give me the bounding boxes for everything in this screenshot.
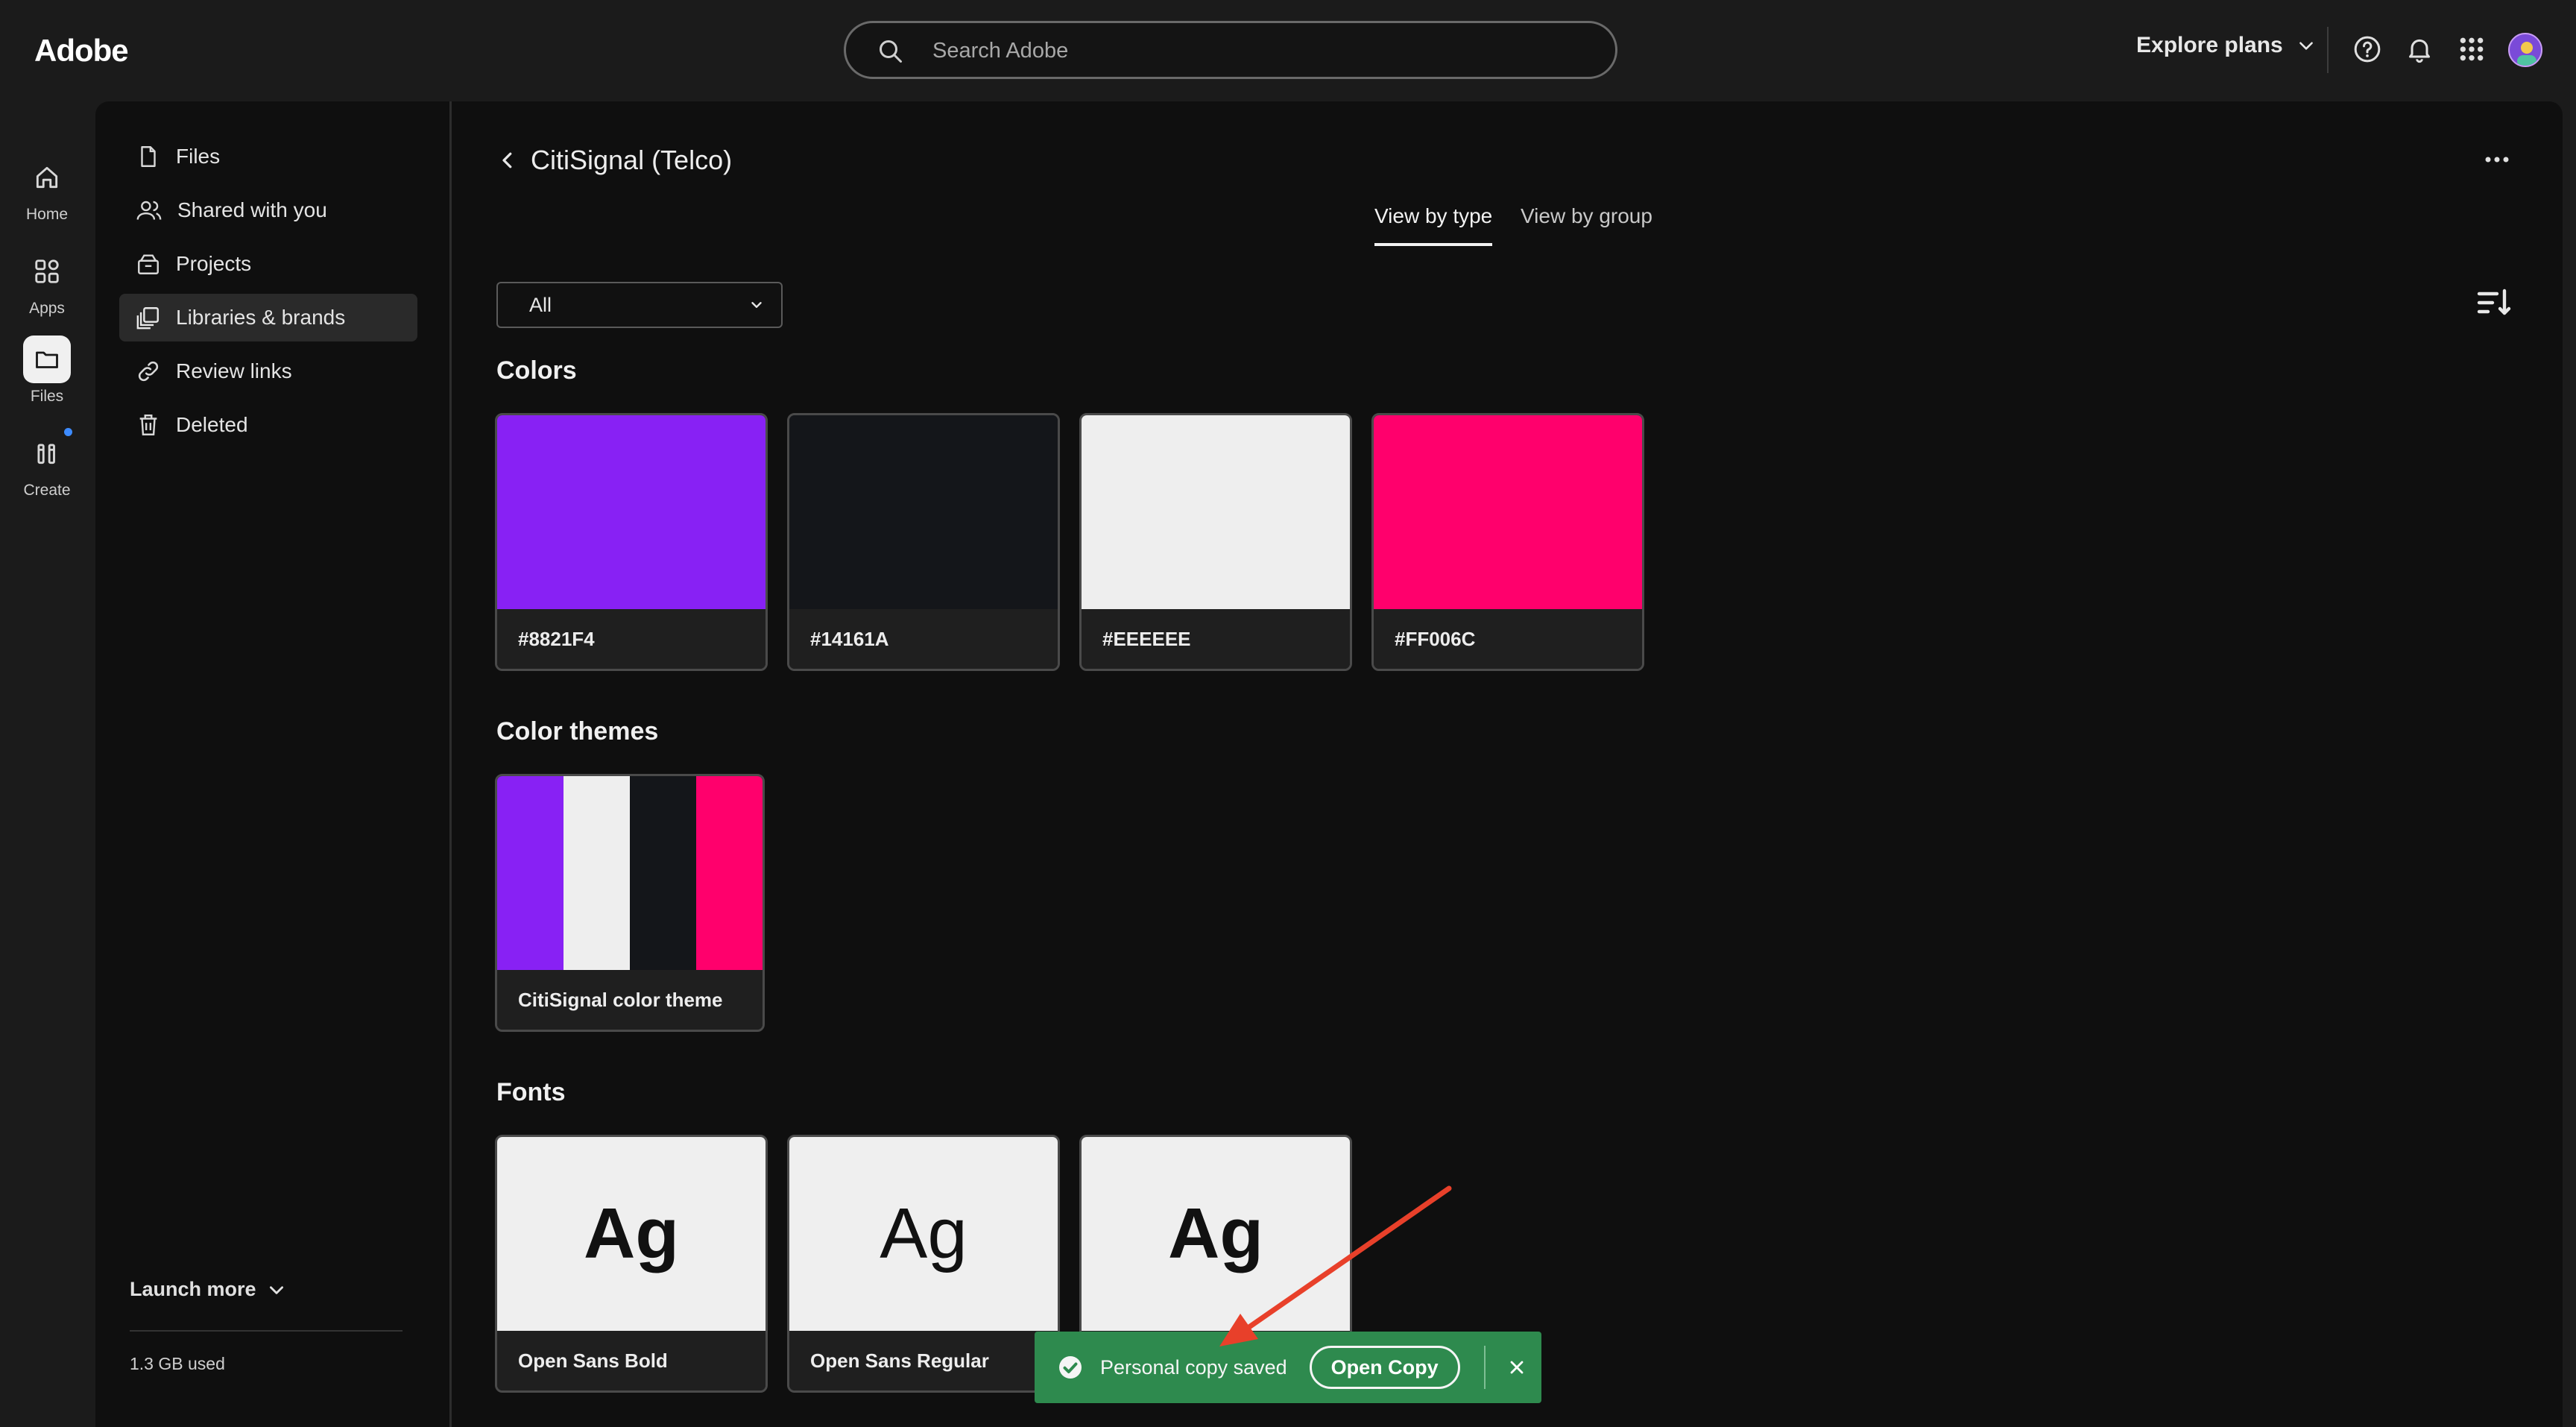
theme-stripe <box>696 776 763 970</box>
color-card[interactable]: #FF006C <box>1371 413 1644 671</box>
sidenav-item-deleted[interactable]: Deleted <box>119 401 417 449</box>
apps-icon <box>23 248 71 295</box>
home-icon <box>23 154 71 201</box>
page-title: CitiSignal (Telco) <box>531 145 733 175</box>
back-chevron-icon[interactable] <box>496 149 519 171</box>
color-card-label: #8821F4 <box>497 609 765 669</box>
success-toast: Personal copy saved Open Copy <box>1035 1332 1541 1403</box>
rail-home-label: Home <box>25 206 69 223</box>
sidenav-item-label: Deleted <box>176 413 248 436</box>
sidenav-item-projects[interactable]: Projects <box>119 240 417 288</box>
tab-view-by-group[interactable]: View by group <box>1521 204 1652 243</box>
link-icon <box>136 359 161 384</box>
help-icon[interactable] <box>2352 34 2382 64</box>
color-themes-heading: Color themes <box>496 717 659 746</box>
sidenav-item-libraries[interactable]: Libraries & brands <box>119 294 417 341</box>
font-preview: Ag <box>1082 1137 1350 1331</box>
notifications-bell-icon[interactable] <box>2405 34 2434 64</box>
library-icon <box>136 305 161 330</box>
colors-heading: Colors <box>496 356 577 385</box>
theme-stripe <box>497 776 564 970</box>
rail-home[interactable]: Home <box>0 154 94 224</box>
projects-icon <box>136 251 161 277</box>
rail-apps[interactable]: Apps <box>0 248 94 318</box>
create-icon <box>23 429 71 477</box>
toast-message: Personal copy saved <box>1100 1355 1287 1379</box>
color-card-label: #FF006C <box>1374 609 1642 669</box>
rail-files-label: Files <box>30 388 64 405</box>
font-card[interactable]: Ag Open Sans Bold <box>495 1135 768 1393</box>
color-theme-card[interactable]: CitiSignal color theme <box>495 774 765 1032</box>
tab-view-by-type[interactable]: View by type <box>1374 204 1493 246</box>
user-avatar[interactable] <box>2508 33 2542 67</box>
sidenav-item-review-links[interactable]: Review links <box>119 347 417 395</box>
color-card[interactable]: #8821F4 <box>495 413 768 671</box>
checkmark-circle-icon <box>1057 1354 1084 1381</box>
users-icon <box>136 198 162 223</box>
search-bar[interactable] <box>844 21 1617 79</box>
notification-dot <box>64 428 72 436</box>
toast-divider <box>1483 1346 1486 1389</box>
chevron-down-icon <box>2296 36 2316 55</box>
adobe-logo[interactable]: Adobe <box>34 33 129 69</box>
chevron-down-icon <box>267 1280 286 1300</box>
rail-files[interactable]: Files <box>0 336 94 406</box>
filter-dropdown[interactable]: All <box>496 282 783 328</box>
sidenav-item-label: Files <box>176 145 221 168</box>
rail-create-label: Create <box>23 482 71 499</box>
sort-icon[interactable] <box>2476 288 2512 318</box>
main-panel: Files Shared with you Projects Libraries… <box>95 101 2563 1427</box>
open-copy-button[interactable]: Open Copy <box>1309 1346 1460 1389</box>
font-preview: Ag <box>497 1137 765 1331</box>
font-card[interactable]: Ag Open Sans Regular <box>787 1135 1060 1393</box>
files-sidenav: Files Shared with you Projects Libraries… <box>95 101 452 1427</box>
more-options-icon[interactable] <box>2482 154 2512 166</box>
library-content: CitiSignal (Telco) View by type View by … <box>453 101 2563 1427</box>
sidenav-item-label: Projects <box>176 252 252 275</box>
sidenav-item-label: Shared with you <box>177 198 327 221</box>
theme-stripe <box>630 776 696 970</box>
sidenav-divider <box>130 1330 402 1332</box>
theme-stripes <box>497 776 763 970</box>
explore-plans-button[interactable]: Explore plans <box>2136 33 2316 58</box>
file-icon <box>136 144 161 169</box>
font-card-label: Open Sans Regular <box>789 1331 1058 1390</box>
topbar-divider <box>2327 27 2329 73</box>
chevron-down-icon <box>748 297 765 313</box>
close-icon[interactable] <box>1508 1358 1526 1376</box>
search-icon <box>877 38 904 65</box>
fonts-heading: Fonts <box>496 1078 566 1106</box>
storage-usage: 1.3 GB used <box>130 1354 225 1373</box>
sidenav-item-shared[interactable]: Shared with you <box>119 186 417 234</box>
color-swatch <box>1082 415 1350 609</box>
sidenav-item-files[interactable]: Files <box>119 133 417 180</box>
top-bar: Adobe Explore plans <box>0 0 2576 101</box>
search-input[interactable] <box>932 34 1588 68</box>
color-swatch <box>497 415 765 609</box>
launch-more-label: Launch more <box>130 1278 256 1300</box>
font-preview: Ag <box>789 1137 1058 1331</box>
color-theme-label: CitiSignal color theme <box>497 970 763 1030</box>
sidenav-item-label: Libraries & brands <box>176 306 346 329</box>
rail-create[interactable]: Create <box>0 429 94 500</box>
color-card-label: #14161A <box>789 609 1058 669</box>
color-swatch <box>1374 415 1642 609</box>
app-grid-icon[interactable] <box>2457 34 2487 64</box>
folder-icon <box>23 336 71 383</box>
theme-stripe <box>564 776 630 970</box>
color-swatch <box>789 415 1058 609</box>
explore-plans-label: Explore plans <box>2136 33 2283 57</box>
color-card-label: #EEEEEE <box>1082 609 1350 669</box>
filter-value: All <box>529 293 552 316</box>
color-card[interactable]: #EEEEEE <box>1079 413 1352 671</box>
font-card-label: Open Sans Bold <box>497 1331 765 1390</box>
trash-icon <box>136 412 161 438</box>
rail-apps-label: Apps <box>29 300 65 317</box>
launch-more-button[interactable]: Launch more <box>130 1278 286 1301</box>
color-card[interactable]: #14161A <box>787 413 1060 671</box>
sidenav-item-label: Review links <box>176 359 292 382</box>
